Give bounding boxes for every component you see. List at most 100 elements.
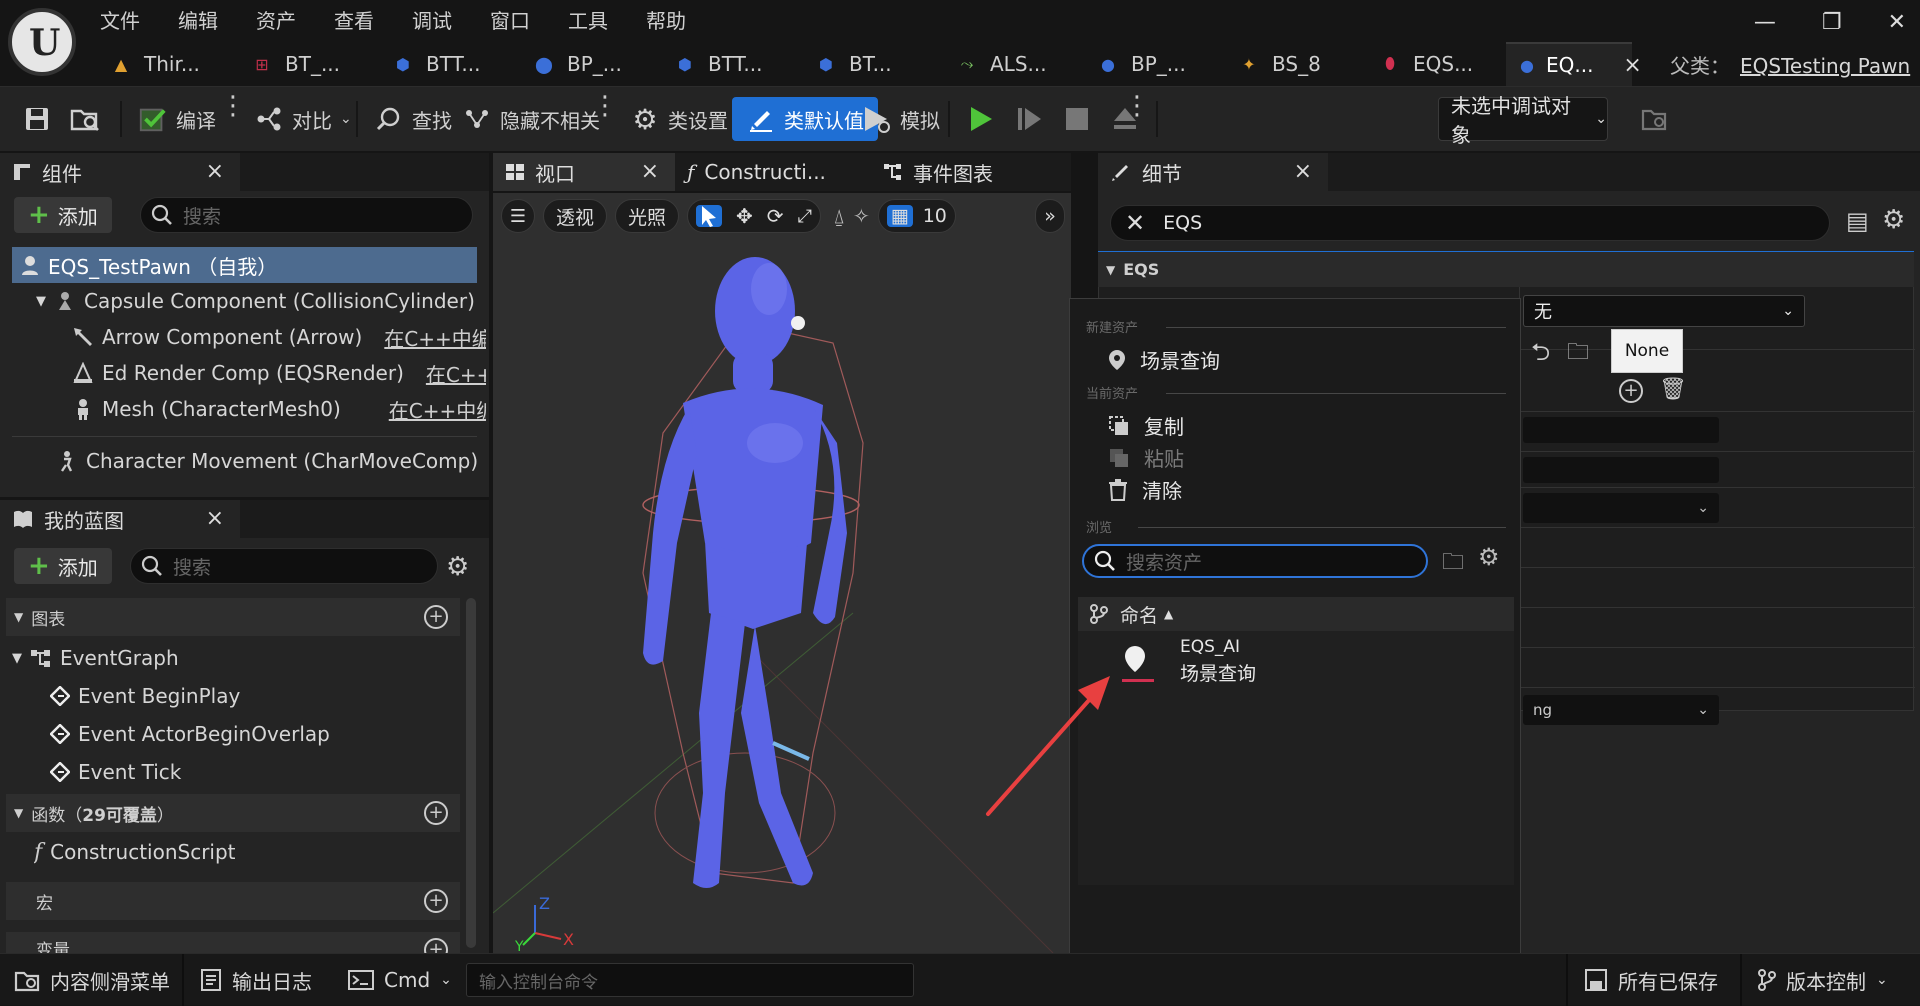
close-icon[interactable]: × [641,159,659,184]
macros-section-header[interactable]: 宏 + [6,882,460,920]
my-blueprint-search-input[interactable]: 搜索 [130,548,438,584]
column-name-header[interactable]: 命名 [1120,601,1158,628]
cmd-button[interactable]: Cmd ⌄ [348,962,452,998]
diff-button[interactable]: 对比 ⌄ [254,97,352,141]
debug-browse-button[interactable] [1640,97,1670,141]
close-window-button[interactable]: ✕ [1888,10,1906,35]
version-control-button[interactable]: 版本控制 ⌄ [1758,962,1888,998]
graphs-section-header[interactable]: ▼ 图表 + [6,598,460,636]
component-item-capsule[interactable]: ▼ Capsule Component (CollisionCylinder) … [36,283,486,319]
tab-my-blueprint[interactable]: 我的蓝图 × [0,500,240,538]
property-field[interactable] [1523,417,1719,443]
browse-button[interactable] [70,97,100,141]
tab-viewport[interactable]: 视口 × [493,153,675,191]
parent-class-link[interactable]: EQSTesting Pawn [1740,54,1910,78]
close-tab-icon[interactable]: × [1623,53,1641,78]
folder-filter-icon[interactable]: 🗀 [1442,545,1464,583]
edit-in-cpp-link[interactable]: 在C++中编 [426,359,486,388]
find-options-button[interactable]: ⋮ [592,93,618,119]
doc-tab[interactable]: ⤳ ALS... [942,42,1083,86]
add-function-icon[interactable]: + [424,801,448,825]
details-search-input[interactable]: ✕ EQS [1110,205,1830,241]
variables-section-header[interactable]: 变量 + [6,932,460,953]
property-field[interactable] [1523,457,1719,483]
close-icon[interactable]: × [206,159,224,184]
component-item-mesh[interactable]: Mesh (CharacterMesh0) 在C++中编辑 [72,391,486,427]
add-component-button[interactable]: + 添加 [14,197,112,233]
add-macro-icon[interactable]: + [424,889,448,913]
query-asset-dropdown[interactable]: 无 ⌄ [1523,295,1805,327]
event-item[interactable]: Event ActorBeginOverlap [50,716,450,752]
advance-frame-icon[interactable] [1014,104,1044,134]
event-item[interactable]: Event BeginPlay [50,678,450,714]
tab-event-graph[interactable]: 事件图表 [871,153,1071,191]
stop-icon[interactable] [1062,104,1092,134]
use-selected-icon[interactable]: ⮌ [1531,335,1550,376]
clear-item[interactable]: 清除 [1108,475,1182,504]
add-graph-icon[interactable]: + [424,605,448,629]
doc-tab[interactable]: ⬤ BP_... [519,42,660,86]
my-blueprint-scrollbar[interactable] [466,598,476,948]
table-view-icon[interactable]: ▤ [1846,207,1869,235]
doc-tab[interactable]: ⬮ EQS... [1365,42,1506,86]
copy-item[interactable]: 复制 [1108,411,1184,440]
menu-view[interactable]: 查看 [334,5,374,34]
add-variable-icon[interactable]: + [424,938,448,953]
class-defaults-button[interactable]: 类默认值 [732,97,878,141]
compile-options-button[interactable]: ⋮ [220,93,246,119]
console-command-input[interactable]: 输入控制台命令 [466,963,914,997]
new-scene-query-item[interactable]: 场景查询 [1108,345,1220,374]
doc-tab[interactable]: ✦ BS_8 [1224,42,1365,86]
menu-debug[interactable]: 调试 [412,5,452,34]
unreal-logo-icon[interactable]: U [8,8,76,76]
property-dropdown-mode[interactable]: ng ⌄ [1523,695,1719,725]
tab-construction-script[interactable]: ƒ Constructi... [675,153,871,191]
debug-object-select[interactable]: 未选中调试对象 ⌄ [1438,94,1608,147]
edit-in-cpp-link[interactable]: 在C++中编辑 [384,323,486,352]
minimize-button[interactable]: — [1754,10,1776,35]
menu-edit[interactable]: 编辑 [178,5,218,34]
doc-tab[interactable]: ● BP_... [1083,42,1224,86]
tab-components[interactable]: 组件 × [0,153,240,191]
viewport[interactable]: ☰ 透视 光照 ✥ ⟳ ⤢ ⍙ ✧ ▦ 10 » Z X Y [493,193,1071,953]
add-member-button[interactable]: + 添加 [14,548,112,584]
compile-button[interactable]: 编译 [138,97,216,141]
trash-icon[interactable]: 🗑 [1659,377,1687,402]
asset-row[interactable]: EQS_AI 场景查询 [1078,631,1514,691]
doc-tab[interactable]: ▲ Thir... [96,42,237,86]
event-graph-item[interactable]: ▼ EventGraph [12,640,452,676]
class-settings-button[interactable]: ⚙ 类设置 [630,97,728,141]
clear-search-icon[interactable]: ✕ [1125,209,1145,237]
event-item[interactable]: Event Tick [50,754,450,790]
asset-search-input[interactable]: 搜索资产 [1082,544,1428,578]
menu-asset[interactable]: 资产 [256,5,296,34]
functions-section-header[interactable]: ▼ 函数（29可覆盖） + [6,794,460,832]
settings-gear-icon[interactable]: ⚙ [1478,543,1500,571]
doc-tab[interactable]: ⬢ BT... [801,42,942,86]
component-item-movement[interactable]: Character Movement (CharMoveComp) 在C [56,443,486,479]
simulate-button[interactable]: 模拟 [862,97,940,141]
browse-asset-icon[interactable]: 🗀 [1567,335,1589,373]
all-saved-button[interactable]: 所有已保存 [1584,962,1718,998]
settings-gear-icon[interactable]: ⚙ [446,552,469,582]
doc-tab[interactable]: ● EQ... × [1506,42,1642,86]
doc-tab[interactable]: ⊞ BT_... [237,42,378,86]
play-icon[interactable] [966,104,996,134]
hide-unrelated-button[interactable]: 隐藏不相关 [462,97,600,141]
close-icon[interactable]: × [206,506,224,531]
save-button[interactable] [22,97,52,141]
components-search-input[interactable]: 搜索 [140,197,473,233]
find-button[interactable]: 查找 [374,97,452,141]
construction-script-item[interactable]: ƒ ConstructionScript [34,834,454,870]
add-element-icon[interactable]: + [1619,379,1643,403]
restore-button[interactable]: ❐ [1822,10,1842,35]
component-root-item[interactable]: EQS_TestPawn （自我） [12,247,477,283]
eqs-category-header[interactable]: ▼ EQS [1098,251,1914,287]
doc-tab[interactable]: ⬢ BTT... [660,42,801,86]
menu-help[interactable]: 帮助 [646,5,686,34]
menu-file[interactable]: 文件 [100,5,140,34]
play-options-button[interactable]: ⋮ [1124,93,1150,119]
content-drawer-button[interactable]: 内容侧滑菜单 [14,962,170,998]
doc-tab[interactable]: ⬢ BTT... [378,42,519,86]
property-dropdown[interactable]: ⌄ [1523,493,1719,523]
